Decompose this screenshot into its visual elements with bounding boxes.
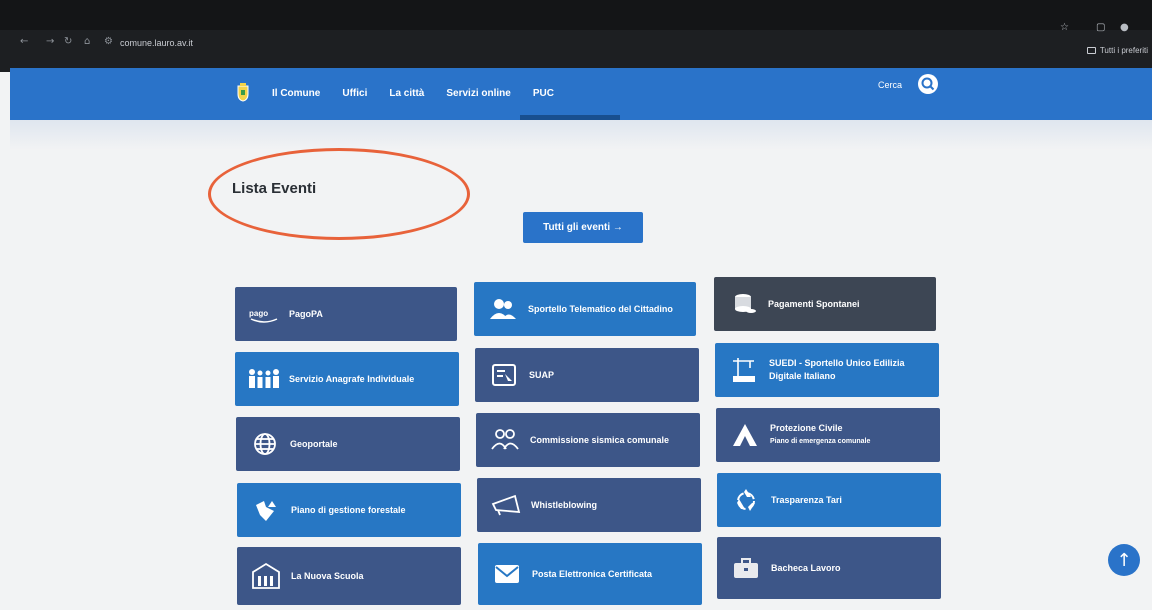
tile-geoportale[interactable]: Geoportale xyxy=(236,417,460,471)
main-menu: Il Comune Uffici La città Servizi online… xyxy=(272,88,576,99)
folder-icon xyxy=(1086,47,1096,54)
scroll-to-top-button[interactable]: ↑ xyxy=(1108,544,1140,576)
bookmarks-folder[interactable]: Tutti i preferiti xyxy=(1086,46,1148,55)
menu-la-citta[interactable]: La città xyxy=(389,88,424,99)
suap-icon xyxy=(487,360,521,390)
extensions-icon[interactable]: ▢ xyxy=(1096,22,1105,33)
tile-servizio-anagrafe[interactable]: Servizio Anagrafe Individuale xyxy=(235,352,459,406)
search-button[interactable] xyxy=(918,74,938,94)
back-icon[interactable]: ← xyxy=(20,36,28,47)
site-header: Il Comune Uffici La città Servizi online… xyxy=(10,68,1152,120)
tile-posta-elettronica-certificata[interactable]: Posta Elettronica Certificata xyxy=(478,543,702,605)
people-icon xyxy=(486,294,520,324)
reload-icon[interactable]: ↻ xyxy=(64,36,72,47)
tile-sportello-telematico[interactable]: Sportello Telematico del Cittadino xyxy=(474,282,696,336)
tile-trasparenza-tari[interactable]: Trasparenza Tari xyxy=(717,473,941,527)
menu-servizi-online[interactable]: Servizi online xyxy=(446,88,510,99)
star-icon[interactable]: ☆ xyxy=(1060,22,1069,33)
tile-suap[interactable]: SUAP xyxy=(475,348,699,402)
forward-icon[interactable]: → xyxy=(46,36,54,47)
menu-uffici[interactable]: Uffici xyxy=(342,88,367,99)
tile-la-nuova-scuola[interactable]: La Nuova Scuola xyxy=(237,547,461,605)
recycle-icon xyxy=(729,485,763,515)
home-icon[interactable]: ⌂ xyxy=(84,36,90,47)
tile-piano-gestione-forestale[interactable]: Piano di gestione forestale xyxy=(237,483,461,537)
header-shadow-band xyxy=(10,120,1152,150)
crane-icon xyxy=(727,355,761,385)
menu-puc[interactable]: PUC xyxy=(533,88,554,99)
profile-icon[interactable]: ● xyxy=(1120,22,1129,33)
globe-icon xyxy=(248,429,282,459)
briefcase-icon xyxy=(729,553,763,583)
forest-icon xyxy=(249,495,283,525)
address-bar[interactable]: comune.lauro.av.it xyxy=(120,38,193,48)
tile-suedi[interactable]: SUEDI - Sportello Unico Edilizia Digital… xyxy=(715,343,939,397)
people-icon xyxy=(488,425,522,455)
search-icon xyxy=(921,77,935,91)
all-events-button[interactable]: Tutti gli eventi → xyxy=(523,212,643,243)
tile-commissione-sismica[interactable]: Commissione sismica comunale xyxy=(476,413,700,467)
tile-bacheca-lavoro[interactable]: Bacheca Lavoro xyxy=(717,537,941,599)
tile-whistleblowing[interactable]: Whistleblowing xyxy=(477,478,701,532)
tab-strip xyxy=(0,0,1152,30)
coins-icon xyxy=(726,289,760,319)
tile-protezione-civile[interactable]: Protezione Civile Piano di emergenza com… xyxy=(716,408,940,462)
family-icon xyxy=(247,364,281,394)
page-title: Lista Eventi xyxy=(232,180,317,197)
mail-icon xyxy=(490,559,524,589)
tile-pagopa[interactable]: pago PagoPA xyxy=(235,287,457,341)
pagopa-icon: pago xyxy=(247,299,281,329)
menu-il-comune[interactable]: Il Comune xyxy=(272,88,320,99)
arrow-up-icon: ↑ xyxy=(1116,549,1132,571)
megaphone-icon xyxy=(489,490,523,520)
svg-text:pago: pago xyxy=(249,309,268,318)
municipality-crest-icon[interactable] xyxy=(235,82,251,102)
search-label[interactable]: Cerca xyxy=(878,80,902,90)
browser-chrome: ← → ↻ ⌂ ⚙ comune.lauro.av.it ☆ ▢ ● Tutti… xyxy=(0,0,1152,72)
school-icon xyxy=(249,561,283,591)
tile-pagamenti-spontanei[interactable]: Pagamenti Spontanei xyxy=(714,277,936,331)
civil-protection-icon xyxy=(728,420,762,450)
site-info-icon[interactable]: ⚙ xyxy=(104,36,113,47)
